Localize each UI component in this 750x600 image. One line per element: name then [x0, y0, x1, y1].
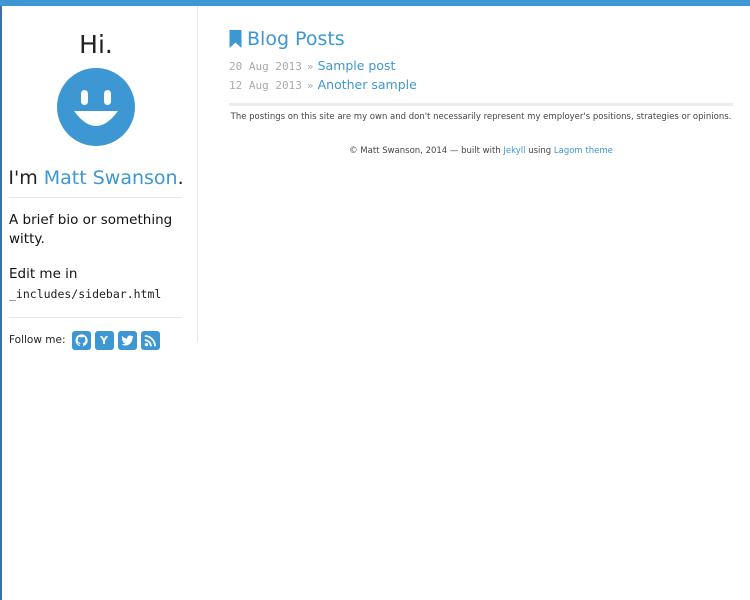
footer-using: using — [525, 146, 554, 156]
intro-suffix: . — [177, 167, 184, 189]
list-item: 20 Aug 2013 » Sample post — [229, 58, 733, 77]
list-item: 12 Aug 2013 » Another sample — [229, 77, 733, 96]
rss-button[interactable] — [140, 330, 160, 350]
github-button[interactable] — [71, 330, 91, 350]
twitter-icon — [120, 334, 134, 346]
footer: © Matt Swanson, 2014 — built with Jekyll… — [229, 146, 733, 156]
follow-me-row: Follow me: Y — [9, 330, 164, 350]
edit-hint-path: _includes/sidebar.html — [9, 287, 162, 301]
author-intro: I'm Matt Swanson. — [2, 167, 190, 189]
twitter-button[interactable] — [117, 330, 137, 350]
intro-prefix: I'm — [8, 167, 44, 189]
sidebar-divider-top — [9, 197, 182, 198]
page-title: Blog Posts — [229, 26, 733, 52]
post-separator: » — [306, 79, 314, 92]
post-date: 12 Aug 2013 — [229, 79, 302, 92]
follow-me-label: Follow me: — [9, 334, 66, 346]
page-title-text: Blog Posts — [247, 28, 345, 50]
rss-icon — [144, 334, 156, 346]
post-link-sample-post[interactable]: Sample post — [318, 58, 396, 73]
greeting-heading: Hi. — [79, 30, 113, 59]
hacker-news-button[interactable]: Y — [94, 330, 114, 350]
lagom-theme-link[interactable]: Lagom theme — [554, 146, 613, 156]
author-name-link[interactable]: Matt Swanson — [44, 167, 178, 189]
edit-hint: Edit me in _includes/sidebar.html — [9, 264, 184, 304]
main-content: Blog Posts 20 Aug 2013 » Sample post 12 … — [229, 26, 733, 156]
post-date: 20 Aug 2013 — [229, 60, 302, 73]
post-separator: » — [306, 60, 314, 73]
post-link-another-sample[interactable]: Another sample — [318, 77, 417, 92]
author-bio: A brief bio or something witty. — [9, 212, 173, 247]
smiley-avatar-icon — [57, 68, 135, 146]
disclaimer-text: The postings on this site are my own and… — [230, 112, 732, 122]
jekyll-link[interactable]: Jekyll — [503, 146, 525, 156]
y-combinator-icon: Y — [100, 333, 108, 347]
sidebar-divider-bottom — [9, 317, 182, 318]
content-divider — [229, 103, 733, 106]
edit-hint-text: Edit me in — [9, 266, 78, 282]
sidebar: Hi. I'm Matt Swanson. A brief bio or som… — [2, 6, 198, 350]
bookmark-icon — [229, 30, 242, 48]
github-icon — [74, 333, 88, 346]
footer-copyright: © Matt Swanson, 2014 — built with — [349, 146, 504, 156]
post-list: 20 Aug 2013 » Sample post 12 Aug 2013 » … — [229, 58, 733, 96]
